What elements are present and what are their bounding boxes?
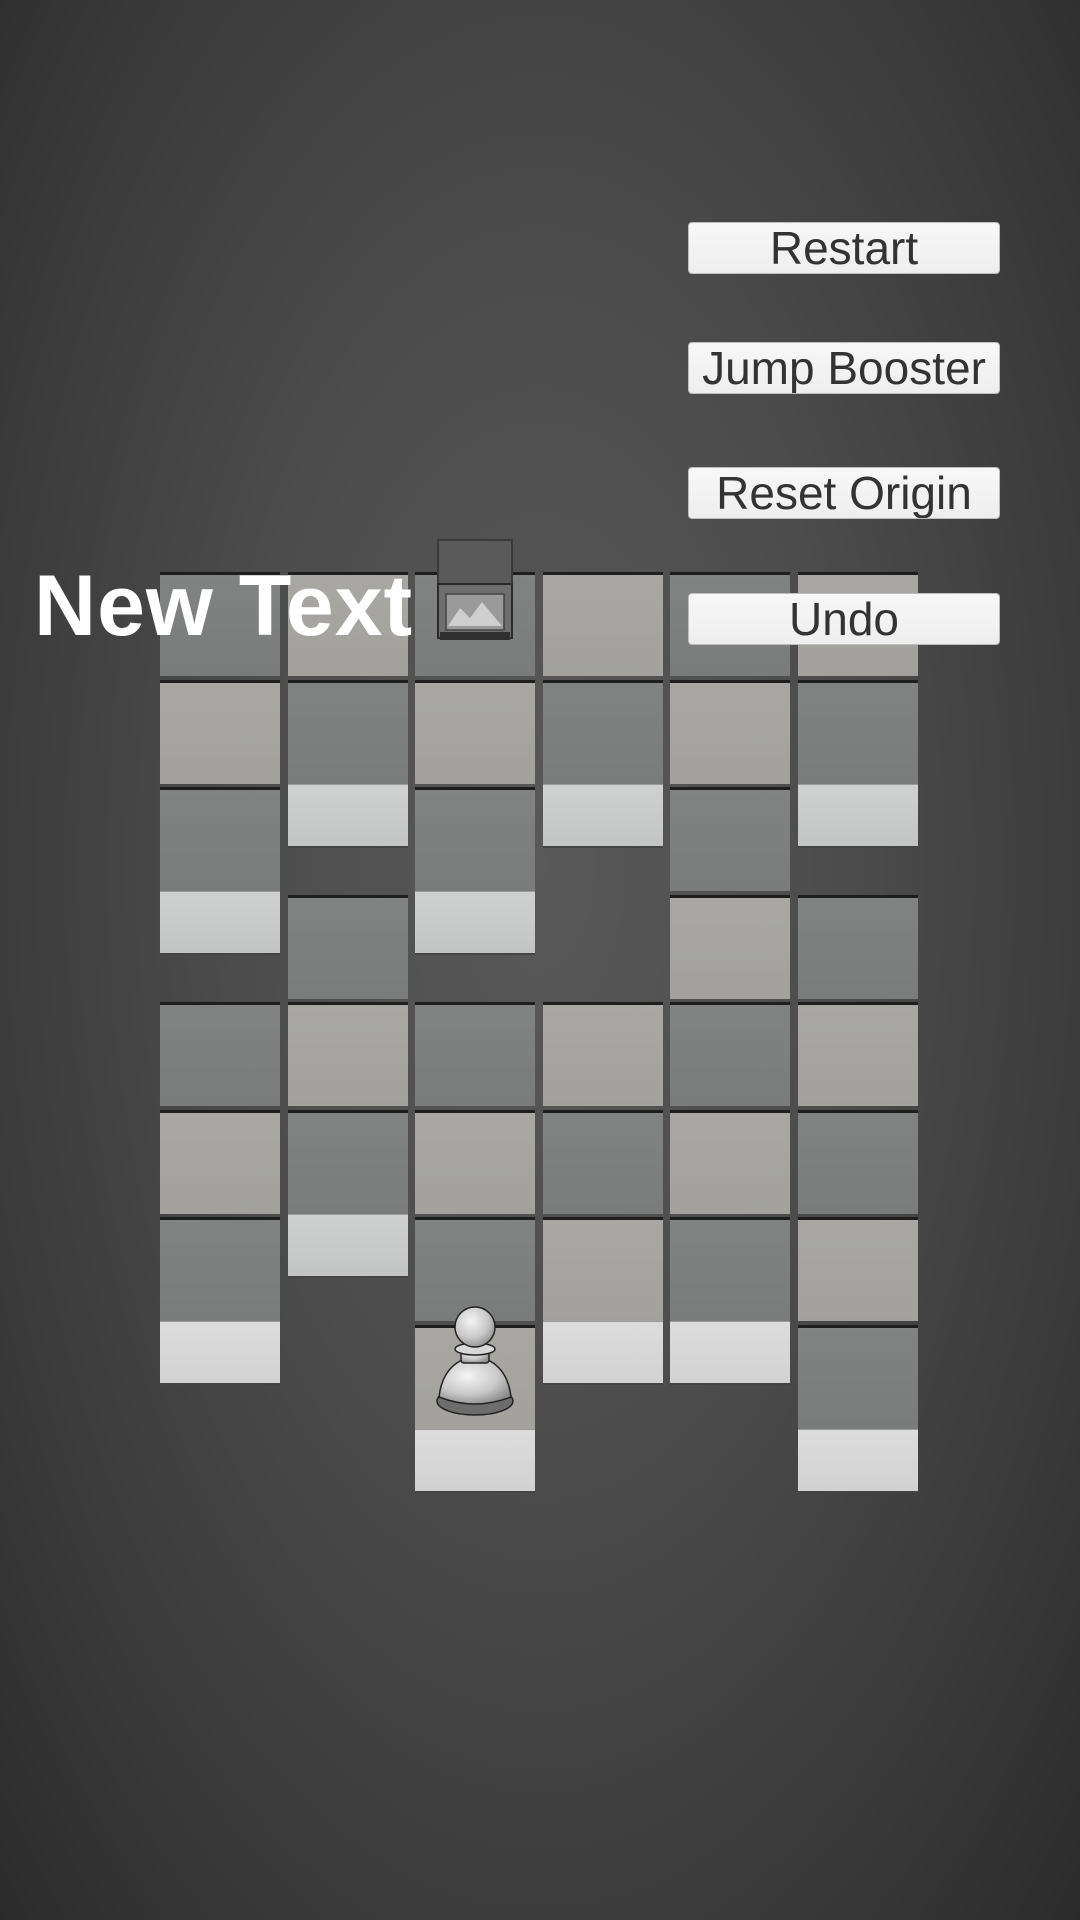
tile-front-face	[287, 783, 408, 848]
tile-front-face	[160, 1321, 280, 1385]
board-tile[interactable]	[670, 894, 790, 999]
board-tile[interactable]	[415, 1217, 535, 1321]
board-tile[interactable]	[542, 1002, 663, 1106]
tile-front-face	[670, 1321, 790, 1385]
board-tile[interactable]	[287, 894, 408, 999]
board-tile[interactable]	[797, 1217, 918, 1321]
board-tile[interactable]	[287, 1109, 408, 1214]
board-tile[interactable]	[160, 679, 280, 784]
board-tile[interactable]	[287, 679, 408, 784]
tile-front-face	[287, 1213, 408, 1278]
board-tile[interactable]	[160, 1109, 280, 1214]
tile-front-face	[797, 783, 918, 848]
tile-front-face	[542, 783, 663, 848]
board-tile[interactable]	[670, 787, 790, 891]
board-tile[interactable]	[160, 1217, 280, 1321]
undo-button[interactable]: Undo	[688, 593, 1000, 645]
reset-origin-button[interactable]: Reset Origin	[688, 467, 1000, 519]
tile-front-face	[542, 1321, 663, 1385]
board-tile[interactable]	[542, 572, 663, 676]
board-tile[interactable]	[670, 679, 790, 784]
tile-front-face	[415, 891, 535, 955]
board-tile[interactable]	[415, 1002, 535, 1106]
restart-button[interactable]: Restart	[688, 222, 1000, 274]
board-tile[interactable]	[287, 1002, 408, 1106]
board-tile[interactable]	[670, 1217, 790, 1321]
board-tile[interactable]	[160, 1002, 280, 1106]
board-tile[interactable]	[797, 1002, 918, 1106]
board-tile[interactable]	[670, 1002, 790, 1106]
board-tile[interactable]	[160, 787, 280, 891]
board-tile[interactable]	[797, 894, 918, 999]
game-board[interactable]	[0, 0, 1080, 1920]
board-tile[interactable]	[670, 1109, 790, 1214]
tile-front-face	[160, 891, 280, 955]
board-tile[interactable]	[415, 572, 535, 676]
board-tile[interactable]	[797, 1324, 918, 1429]
tile-front-face	[415, 1428, 535, 1493]
new-text-label: New Text	[34, 558, 414, 654]
board-tile[interactable]	[797, 1109, 918, 1214]
board-tile[interactable]	[797, 679, 918, 784]
board-tile[interactable]	[415, 787, 535, 891]
board-tile[interactable]	[542, 679, 663, 784]
board-tile[interactable]	[542, 1217, 663, 1321]
jump-booster-button[interactable]: Jump Booster	[688, 342, 1000, 394]
board-tile[interactable]	[542, 1109, 663, 1214]
tile-front-face	[797, 1428, 918, 1493]
board-tile[interactable]	[415, 1324, 535, 1429]
board-tile[interactable]	[415, 1109, 535, 1214]
board-tile[interactable]	[415, 679, 535, 784]
